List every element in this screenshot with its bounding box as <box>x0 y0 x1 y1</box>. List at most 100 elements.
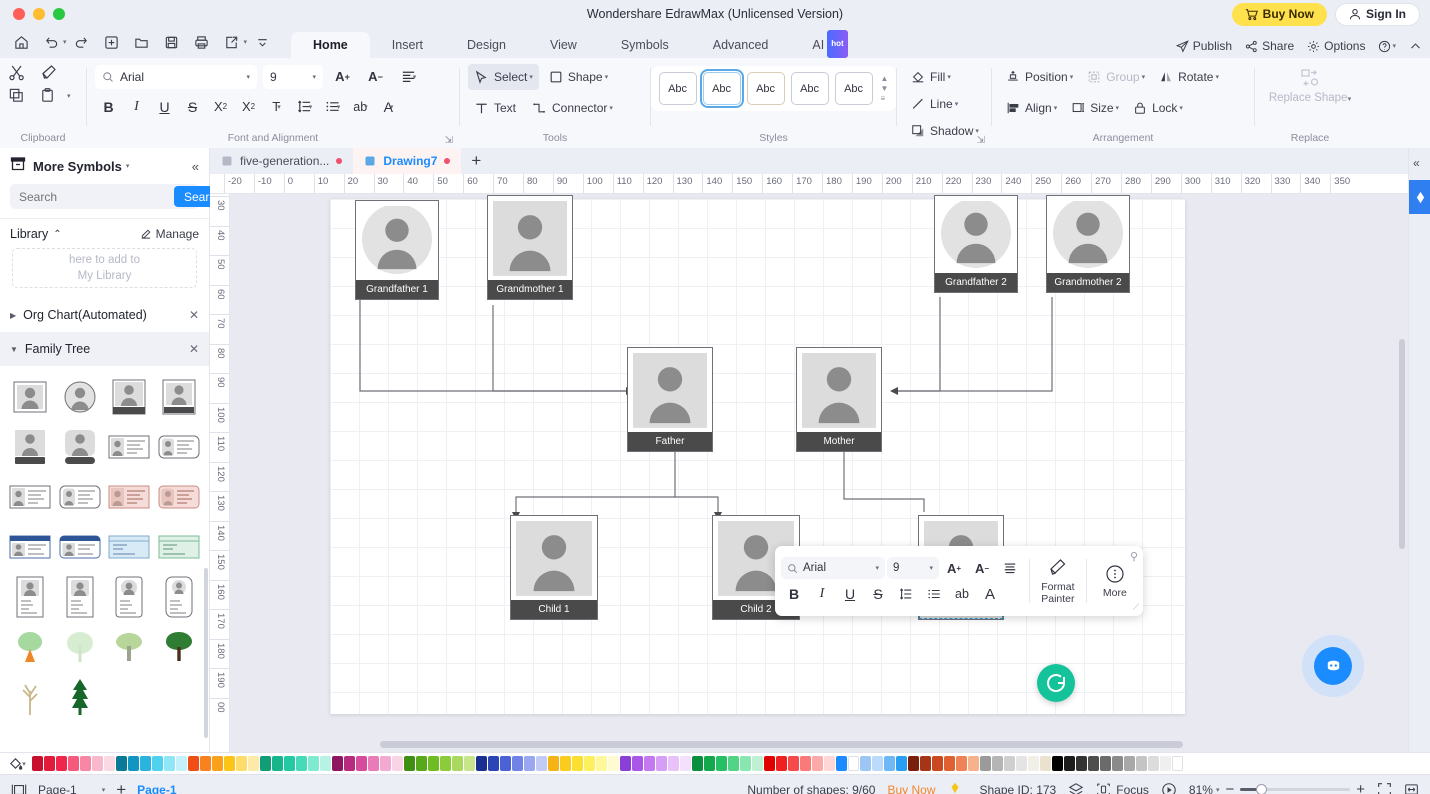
tab-advanced[interactable]: Advanced <box>691 32 791 58</box>
style-expand-icon[interactable]: ≡ <box>881 94 889 103</box>
fill-color-picker[interactable]: ▾ <box>2 756 32 771</box>
font-size-dropdown-icon[interactable]: ▾ <box>312 73 316 81</box>
color-swatch[interactable] <box>908 756 919 771</box>
color-swatch[interactable] <box>1136 756 1147 771</box>
sidebar-dropdown-icon[interactable]: ▾ <box>126 162 130 170</box>
color-swatch[interactable] <box>44 756 55 771</box>
color-swatch[interactable] <box>1172 756 1183 771</box>
format-dialog-launcher[interactable]: ⇲ <box>977 135 985 146</box>
replace-dropdown-icon[interactable]: ▾ <box>1348 96 1352 103</box>
color-swatch[interactable] <box>32 756 43 771</box>
color-swatch[interactable] <box>344 756 355 771</box>
canvas-vertical-scrollbar[interactable] <box>1399 339 1405 549</box>
symbol-tree-olive[interactable] <box>106 626 154 668</box>
bold-icon[interactable]: B <box>95 94 122 119</box>
lock-button[interactable]: Lock ▾ <box>1127 95 1189 121</box>
options-button[interactable]: Options <box>1307 39 1365 53</box>
ab-text-icon[interactable]: ab ▾ <box>347 94 374 119</box>
color-swatch[interactable] <box>524 756 535 771</box>
symbol-person-row-card-pink-2[interactable] <box>155 476 203 518</box>
category-org-chart[interactable]: ▶ Org Chart(Automated) ✕ <box>0 298 209 332</box>
color-swatch[interactable] <box>320 756 331 771</box>
symbol-person-row-card-blue-1[interactable] <box>6 526 54 568</box>
page-tab-page-1[interactable]: Page-1 <box>137 783 176 794</box>
color-swatch[interactable] <box>224 756 235 771</box>
symbol-tree-pine[interactable] <box>56 676 104 718</box>
position-button[interactable]: Position ▾ <box>1000 64 1079 90</box>
focus-mode-button[interactable]: Focus <box>1096 782 1149 794</box>
color-swatch[interactable] <box>488 756 499 771</box>
chat-assistant-button[interactable] <box>1302 635 1364 697</box>
mini-bullet-list-icon[interactable] <box>921 582 947 606</box>
color-swatch[interactable] <box>956 756 967 771</box>
color-swatch[interactable] <box>512 756 523 771</box>
zoom-in-button[interactable]: + <box>1356 781 1365 794</box>
mini-size-dropdown-icon[interactable]: ▾ <box>929 564 933 572</box>
grammarly-button[interactable] <box>1037 664 1075 702</box>
color-swatch[interactable] <box>368 756 379 771</box>
color-swatch[interactable] <box>872 756 883 771</box>
select-tool-button[interactable]: Select ▾ <box>468 64 539 90</box>
style-scroll-down-icon[interactable]: ▼ <box>881 84 889 93</box>
color-swatch[interactable] <box>620 756 631 771</box>
color-swatch[interactable] <box>536 756 547 771</box>
color-swatch[interactable] <box>1160 756 1171 771</box>
color-swatch[interactable] <box>140 756 151 771</box>
color-swatch[interactable] <box>164 756 175 771</box>
mini-font-size-input[interactable]: 9 ▾ <box>887 557 939 579</box>
library-collapse-icon[interactable]: ⌃ <box>53 229 61 240</box>
line-spacing-icon[interactable]: ▾ <box>291 94 318 119</box>
collapse-sidebar-button[interactable]: « <box>192 159 199 174</box>
color-swatch[interactable] <box>1112 756 1123 771</box>
font-color-icon[interactable]: A ▾ <box>375 94 402 119</box>
maximize-window-button[interactable] <box>53 8 65 20</box>
sidebar-scrollbar[interactable] <box>204 568 208 738</box>
color-swatch[interactable] <box>92 756 103 771</box>
color-swatch[interactable] <box>236 756 247 771</box>
search-input[interactable] <box>10 189 174 204</box>
symbol-person-portrait-3[interactable] <box>106 576 154 618</box>
color-swatch[interactable] <box>968 756 979 771</box>
subscript-icon[interactable]: X2 <box>235 94 262 119</box>
color-swatch[interactable] <box>272 756 283 771</box>
diamond-badge-icon[interactable] <box>948 781 962 794</box>
doc-tab-five-generation[interactable]: five-generation... <box>210 148 353 174</box>
print-icon[interactable] <box>187 30 217 54</box>
paste-dropdown-icon[interactable]: ▾ <box>67 92 71 100</box>
color-swatch[interactable] <box>1124 756 1135 771</box>
color-swatch[interactable] <box>656 756 667 771</box>
color-swatch[interactable] <box>608 756 619 771</box>
size-button[interactable]: Size ▾ <box>1065 95 1125 121</box>
color-swatch[interactable] <box>632 756 643 771</box>
color-swatch[interactable] <box>1088 756 1099 771</box>
manage-library-button[interactable]: Manage <box>140 227 199 241</box>
undo-icon[interactable] <box>36 30 66 54</box>
zoom-slider-track[interactable] <box>1240 784 1351 794</box>
share-button[interactable]: Share <box>1245 39 1294 53</box>
publish-button[interactable]: Publish <box>1175 39 1232 53</box>
horizontal-ruler[interactable]: -20 -10 0 10 20 30 40 50 60 70 80 90 100 110 120 130 140… <box>210 174 1408 194</box>
replace-shape-icon[interactable] <box>1300 68 1320 88</box>
symbol-person-card-dark-1[interactable] <box>106 376 154 418</box>
color-swatch[interactable] <box>920 756 931 771</box>
mini-strikethrough-icon[interactable]: S <box>865 582 891 606</box>
pin-toolbar-icon[interactable]: ⚲ <box>1130 550 1138 563</box>
font-family-dropdown-icon[interactable]: ▾ <box>246 73 250 81</box>
tab-home[interactable]: Home <box>291 32 370 58</box>
color-swatch[interactable] <box>644 756 655 771</box>
zoom-out-button[interactable]: − <box>1225 781 1234 794</box>
color-swatch[interactable] <box>560 756 571 771</box>
canvas-horizontal-scrollbar[interactable] <box>380 741 1184 748</box>
color-swatch[interactable] <box>392 756 403 771</box>
color-swatch[interactable] <box>860 756 871 771</box>
style-gallery-scroll[interactable]: ▲ ▼ ≡ <box>881 74 889 103</box>
color-swatch[interactable] <box>932 756 943 771</box>
node-mother[interactable]: Mother <box>796 347 882 452</box>
color-swatch[interactable] <box>752 756 763 771</box>
drawing-page[interactable]: Grandfather 1 Grandmother 1 Grandfather … <box>330 195 1185 714</box>
color-swatch[interactable] <box>296 756 307 771</box>
color-swatch[interactable] <box>1016 756 1027 771</box>
color-swatch[interactable] <box>464 756 475 771</box>
color-swatch[interactable] <box>500 756 511 771</box>
zoom-dropdown-icon[interactable]: ▾ <box>1216 786 1220 794</box>
